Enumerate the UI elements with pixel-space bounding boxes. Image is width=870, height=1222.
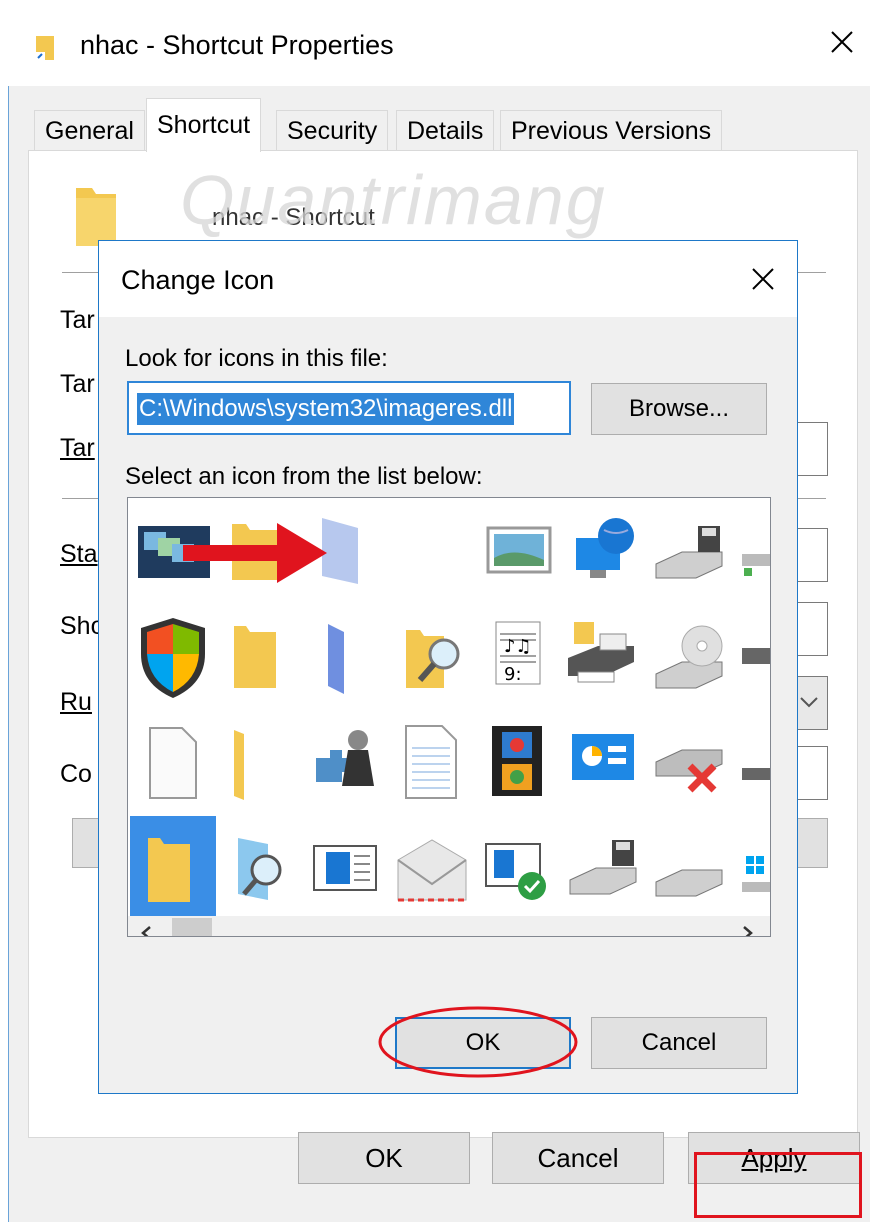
icon-cell[interactable] [732, 710, 770, 814]
target-location-label: Tar [60, 370, 95, 398]
icon-cell[interactable] [302, 816, 388, 920]
icon-cell[interactable] [560, 604, 646, 708]
chevron-left-icon[interactable] [138, 924, 156, 937]
icon-cell[interactable] [646, 498, 732, 602]
horizontal-scrollbar[interactable] [128, 916, 770, 937]
icon-cell[interactable] [216, 816, 302, 920]
icon-cell[interactable]: ♪♫ 9: [474, 604, 560, 708]
cd-drive-icon [655, 625, 723, 689]
comment-label: Co [60, 760, 92, 788]
games-icon [316, 730, 374, 786]
drive-icon [655, 869, 723, 897]
window-icon [313, 845, 377, 891]
browse-button[interactable]: Browse... [591, 383, 767, 435]
icon-cell[interactable] [388, 498, 474, 602]
icon-cell[interactable] [302, 604, 388, 708]
watermark: Quantrimang [180, 161, 607, 239]
icon-cell[interactable] [646, 816, 732, 920]
divider [62, 498, 102, 499]
icon-cell[interactable] [130, 710, 216, 814]
start-in-label: Sta [60, 540, 98, 568]
film-icon [492, 726, 542, 796]
icon-cell[interactable] [302, 710, 388, 814]
icon-cell[interactable] [732, 816, 770, 920]
folder-icon [234, 730, 244, 800]
icon-cell[interactable] [130, 604, 216, 708]
drive-icon [742, 648, 770, 664]
icon-cell[interactable] [474, 710, 560, 814]
icon-cell[interactable] [474, 498, 560, 602]
svg-text:9:: 9: [504, 664, 522, 685]
blue-folder-icon [328, 624, 344, 694]
blank-document-icon [149, 727, 197, 799]
cancel-button[interactable]: Cancel [492, 1132, 664, 1184]
svg-text:♪♫: ♪♫ [504, 636, 532, 657]
icon-cell[interactable] [560, 498, 646, 602]
chevron-down-icon [800, 697, 818, 708]
icon-cell[interactable] [388, 604, 474, 708]
icon-cell[interactable] [216, 604, 302, 708]
ok-button[interactable]: OK [298, 1132, 470, 1184]
picture-icon [486, 526, 552, 574]
run-label: Ru [60, 688, 92, 716]
look-for-icons-label: Look for icons in this file: [125, 345, 388, 372]
icon-cell[interactable] [388, 710, 474, 814]
folder-shortcut-icon [36, 36, 54, 60]
divider [62, 272, 102, 273]
printer-icon [568, 622, 634, 683]
dialog-title: Change Icon [121, 265, 275, 295]
chevron-right-icon[interactable] [738, 924, 756, 937]
folder-icon [76, 188, 116, 246]
apply-highlight-box [694, 1152, 862, 1218]
checked-window-icon [485, 843, 546, 900]
divider [796, 272, 826, 273]
icon-cell[interactable] [388, 816, 474, 920]
tab-shortcut[interactable]: Shortcut [146, 98, 262, 152]
scrollbar-thumb[interactable] [172, 918, 212, 936]
target-type-label: Tar [60, 306, 95, 334]
icon-cell[interactable] [732, 498, 770, 602]
close-icon[interactable] [743, 259, 783, 299]
path-value: C:\Windows\system32\imageres.dll [137, 393, 515, 425]
icon-cell[interactable] [646, 710, 732, 814]
music-sheet-icon: ♪♫ 9: [495, 621, 541, 685]
red-arrow-annotation [183, 523, 327, 583]
icon-cell[interactable] [646, 604, 732, 708]
network-drive-icon [742, 554, 770, 576]
lined-document-icon [405, 725, 457, 799]
tab-general[interactable]: General [34, 110, 145, 150]
select-icon-label: Select an icon from the list below: [125, 463, 483, 490]
close-icon[interactable] [822, 22, 862, 62]
folder-search-icon [406, 630, 460, 688]
tab-previous-versions[interactable]: Previous Versions [500, 110, 723, 150]
window-title: nhac - Shortcut Properties [80, 30, 394, 60]
floppy-drive-icon [655, 526, 723, 579]
target-label: Tar [60, 434, 95, 462]
icon-cell[interactable] [560, 710, 646, 814]
globe-computer-icon [576, 518, 634, 578]
windows-shield-icon [141, 618, 205, 698]
icon-file-path-input[interactable]: C:\Windows\system32\imageres.dll [127, 381, 571, 435]
icon-cell[interactable] [474, 816, 560, 920]
change-icon-dialog: Change Icon Look for icons in this file:… [98, 240, 798, 1094]
dialog-cancel-button[interactable]: Cancel [591, 1017, 767, 1069]
tab-security[interactable]: Security [276, 110, 389, 150]
drive-icon [742, 768, 770, 780]
icon-cell-selected[interactable] [130, 816, 216, 920]
red-circle-annotation [378, 1006, 578, 1078]
folder-icon [234, 626, 276, 688]
icon-cell[interactable] [732, 604, 770, 708]
icon-cell[interactable] [560, 816, 646, 920]
divider [796, 498, 826, 499]
floppy-drive-icon [569, 840, 637, 895]
tab-details[interactable]: Details [396, 110, 495, 150]
folder-icon [148, 838, 190, 902]
windows-drive-icon [742, 856, 770, 892]
disconnected-drive-icon [655, 749, 723, 793]
search-icon [238, 838, 282, 900]
icon-cell[interactable] [216, 710, 302, 814]
control-panel-icon [572, 734, 634, 780]
mail-envelope-icon [397, 839, 467, 902]
